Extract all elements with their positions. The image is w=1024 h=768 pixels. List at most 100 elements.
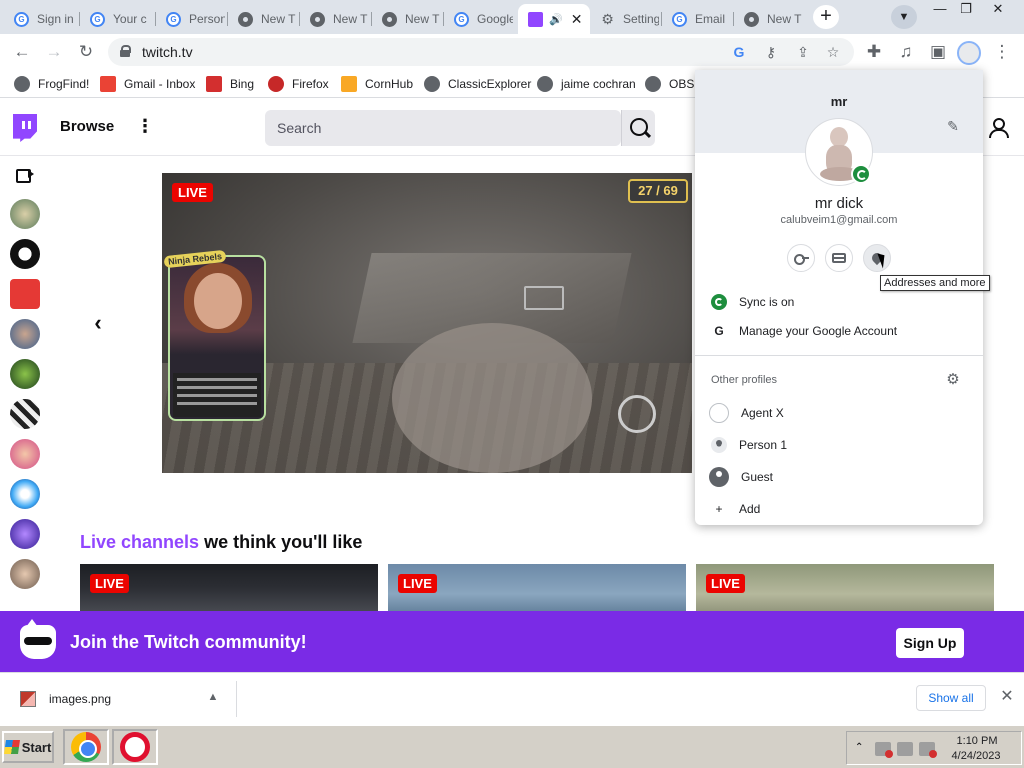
tab-person[interactable]: G Person bbox=[156, 4, 228, 34]
google-lens-icon[interactable]: G bbox=[728, 41, 750, 63]
addresses-button[interactable] bbox=[863, 244, 891, 272]
show-all-button[interactable]: Show all bbox=[916, 685, 986, 711]
live-badge: LIVE bbox=[398, 574, 437, 593]
tab-new-tab[interactable]: New T bbox=[228, 4, 300, 34]
tab-sign-in[interactable]: G Sign in bbox=[4, 4, 80, 34]
channel-avatar[interactable] bbox=[10, 359, 40, 389]
bookmark-star-icon[interactable]: ☆ bbox=[822, 41, 844, 63]
taskbar-chrome[interactable] bbox=[63, 729, 109, 765]
bookmark-label: jaime cochran bbox=[561, 77, 636, 91]
system-tray: ⌃ 1:10 PM 4/24/2023 bbox=[846, 731, 1022, 765]
pencil-icon[interactable]: ✎ bbox=[945, 118, 961, 134]
stream-scene bbox=[392, 323, 592, 473]
tab-search-icon[interactable]: ▼ bbox=[891, 5, 917, 29]
tray-expand-icon[interactable]: ⌃ bbox=[855, 742, 863, 753]
bookmark-jaime-cochran[interactable]: jaime cochran bbox=[537, 75, 636, 93]
tab-email[interactable]: G Email bbox=[662, 4, 734, 34]
stream-counter: 27 / 69 bbox=[628, 179, 688, 203]
passwords-button[interactable] bbox=[787, 244, 815, 272]
bookmark-bing[interactable]: Bing bbox=[206, 75, 254, 93]
channel-avatar[interactable] bbox=[10, 479, 40, 509]
profile-avatar-button[interactable] bbox=[957, 41, 981, 65]
restore-button[interactable]: ❐ bbox=[950, 0, 982, 18]
tab-twitch[interactable]: 🔊 ✕ bbox=[518, 4, 590, 34]
video-camera-icon[interactable] bbox=[16, 167, 34, 183]
profile-item-person-1[interactable]: Person 1 bbox=[711, 435, 787, 455]
new-tab-button[interactable]: + bbox=[813, 5, 839, 29]
more-options-icon[interactable]: ⋮ bbox=[136, 116, 154, 136]
share-icon[interactable]: ⇪ bbox=[792, 41, 814, 63]
back-arrow-icon[interactable]: ← bbox=[10, 40, 34, 64]
twitch-logo-icon[interactable] bbox=[13, 114, 37, 142]
close-tab-icon[interactable]: ✕ bbox=[571, 11, 583, 28]
payment-methods-button[interactable] bbox=[825, 244, 853, 272]
recommended-heading-rest: we think you'll like bbox=[199, 532, 363, 552]
tab-settings[interactable]: ⚙ Setting bbox=[590, 4, 662, 34]
stream-thumbnail[interactable]: LIVE bbox=[696, 564, 994, 611]
reload-icon[interactable]: ↻ bbox=[74, 40, 98, 64]
guest-avatar-icon bbox=[709, 467, 729, 487]
browse-link[interactable]: Browse bbox=[60, 118, 114, 135]
image-file-icon[interactable] bbox=[20, 691, 36, 707]
tab-new-tab[interactable]: New T bbox=[300, 4, 372, 34]
forward-arrow-icon[interactable]: → bbox=[42, 40, 66, 64]
speaker-icon[interactable]: 🔊 bbox=[549, 13, 563, 26]
stream-thumbnail[interactable]: LIVE bbox=[388, 564, 686, 611]
bookmark-gmail[interactable]: Gmail - Inbox bbox=[100, 75, 195, 93]
add-profile-row[interactable]: + Add bbox=[711, 499, 760, 519]
twitch-search-input[interactable]: Search bbox=[265, 110, 621, 146]
start-button[interactable]: Start bbox=[2, 731, 54, 763]
chevron-up-icon[interactable]: ▲ bbox=[205, 689, 221, 705]
tab-new-tab[interactable]: New T bbox=[372, 4, 444, 34]
bookmark-classicexplorer[interactable]: ClassicExplorer bbox=[424, 75, 531, 93]
security-alert-icon[interactable] bbox=[875, 742, 893, 758]
divider bbox=[236, 681, 237, 717]
address-bar[interactable]: twitch.tv G ⚷ ⇪ ☆ bbox=[108, 38, 854, 66]
recommended-heading-accent[interactable]: Live channels bbox=[80, 532, 199, 552]
close-window-button[interactable]: ✕ bbox=[982, 0, 1014, 18]
clock-time[interactable]: 1:10 PM bbox=[947, 735, 1007, 747]
lock-icon[interactable] bbox=[120, 45, 131, 57]
download-filename[interactable]: images.png bbox=[49, 692, 111, 706]
profile-item-guest[interactable]: Guest bbox=[709, 467, 773, 487]
sync-status-row[interactable]: Sync is on bbox=[711, 292, 794, 312]
tab-new-tab[interactable]: New T bbox=[734, 4, 806, 34]
channel-avatar[interactable] bbox=[10, 399, 40, 429]
bookmark-frogfind[interactable]: FrogFind! bbox=[14, 75, 89, 93]
close-icon[interactable]: ✕ bbox=[998, 688, 1016, 706]
user-icon[interactable] bbox=[988, 118, 1009, 138]
taskbar-opera[interactable] bbox=[112, 729, 158, 765]
gear-icon[interactable]: ⚙ bbox=[945, 372, 961, 388]
carousel-previous-icon[interactable]: ‹ bbox=[88, 311, 108, 335]
key-icon[interactable]: ⚷ bbox=[760, 41, 782, 63]
channel-avatar[interactable] bbox=[10, 239, 40, 269]
bookmark-obs[interactable]: OBS bbox=[645, 75, 694, 93]
channel-avatar[interactable] bbox=[10, 439, 40, 469]
tab-google[interactable]: G Google bbox=[444, 4, 518, 34]
channel-avatar[interactable] bbox=[10, 319, 40, 349]
extensions-icon[interactable]: ✚ bbox=[862, 40, 886, 64]
channel-avatar[interactable] bbox=[10, 559, 40, 589]
bookmark-cornhub[interactable]: CornHub bbox=[341, 75, 413, 93]
media-icon[interactable]: ♫ bbox=[894, 40, 918, 64]
twitch-icon bbox=[528, 11, 543, 27]
chrome-menu-icon[interactable]: ⋮ bbox=[990, 40, 1014, 64]
tab-your-c[interactable]: G Your c bbox=[80, 4, 156, 34]
channel-avatar[interactable] bbox=[10, 519, 40, 549]
search-icon[interactable] bbox=[621, 110, 655, 146]
network-icon[interactable] bbox=[897, 742, 913, 756]
bookmark-firefox[interactable]: Firefox bbox=[268, 75, 329, 93]
search-placeholder: Search bbox=[277, 120, 322, 136]
volume-muted-icon[interactable] bbox=[919, 742, 937, 758]
profile-item-agent-x[interactable]: Agent X bbox=[709, 403, 784, 423]
sign-up-button[interactable]: Sign Up bbox=[896, 628, 964, 658]
side-panel-icon[interactable]: ▣ bbox=[926, 40, 950, 64]
channel-avatar[interactable] bbox=[10, 279, 40, 309]
webcam-chat-box bbox=[173, 373, 261, 417]
channel-avatar[interactable] bbox=[10, 199, 40, 229]
stream-thumbnail[interactable]: LIVE bbox=[80, 564, 378, 611]
url-text[interactable]: twitch.tv bbox=[142, 44, 193, 60]
manage-account-row[interactable]: G Manage your Google Account bbox=[711, 321, 897, 341]
clock-date[interactable]: 4/24/2023 bbox=[943, 750, 1009, 762]
featured-stream-player[interactable]: LIVE 27 / 69 Ninja Rebels bbox=[162, 173, 692, 473]
